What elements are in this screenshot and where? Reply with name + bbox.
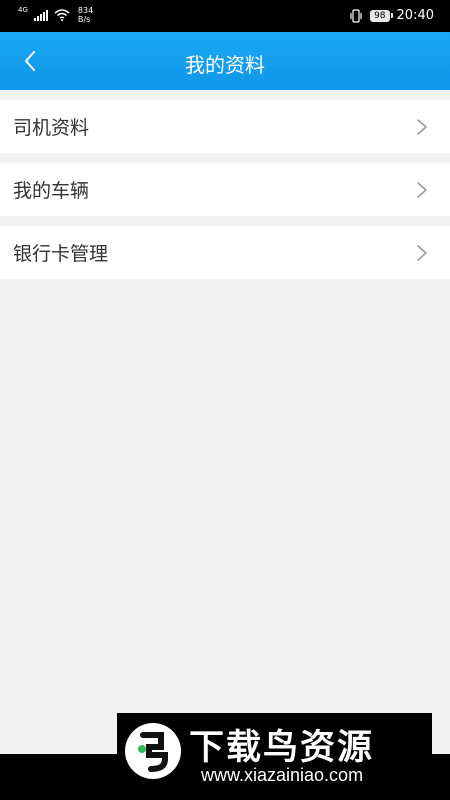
wifi-icon: [54, 9, 70, 21]
app-header: 我的资料: [0, 32, 450, 90]
menu-item-my-vehicles[interactable]: 我的车辆: [0, 163, 450, 216]
speed-value: 834: [77, 6, 94, 15]
chevron-right-icon: [417, 245, 427, 261]
menu-item-label: 我的车辆: [13, 180, 90, 202]
watermark-logo: [125, 723, 181, 779]
watermark-title: 下载鸟资源: [189, 728, 375, 768]
chevron-right-icon: [417, 182, 427, 198]
page-title: 我的资料: [185, 53, 265, 77]
battery-icon: 98: [370, 9, 394, 22]
speed-unit: B/s: [77, 15, 91, 24]
watermark: 下载鸟资源 www.xiazainiao.com: [117, 713, 432, 789]
network-speed: 834 B/s: [78, 6, 93, 24]
vibrate-icon: [350, 8, 362, 23]
clock: 20:40: [396, 8, 434, 23]
watermark-url: www.xiazainiao.com: [201, 765, 364, 785]
menu-item-label: 银行卡管理: [13, 243, 109, 265]
signal-icon: [33, 9, 48, 21]
menu-item-label: 司机资料: [13, 117, 90, 139]
chevron-right-icon: [417, 119, 427, 135]
status-bar: 4G 834 B/s 98 20:40: [0, 0, 450, 32]
menu-item-driver-info[interactable]: 司机资料: [0, 100, 450, 153]
menu-item-bank-card[interactable]: 银行卡管理: [0, 226, 450, 279]
network-type: 4G: [18, 6, 28, 14]
